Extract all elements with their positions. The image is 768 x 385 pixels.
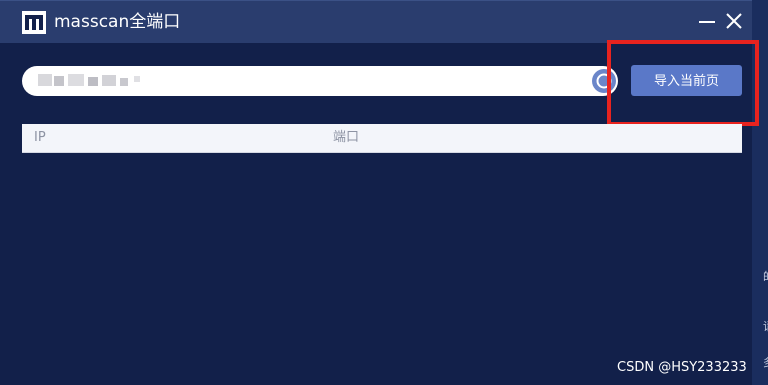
background-glyph: 请 bbox=[763, 318, 768, 334]
results-table-header: IP 端口 bbox=[22, 124, 742, 153]
column-header-ip[interactable]: IP bbox=[34, 124, 46, 152]
watermark: CSDN @HSY233233 bbox=[617, 360, 747, 375]
column-header-port[interactable]: 端口 bbox=[333, 124, 359, 152]
obscured-text bbox=[34, 72, 144, 90]
import-current-page-button[interactable]: 导入当前页 bbox=[631, 65, 742, 96]
masscan-window: masscan全端口 导入当前页 IP 端口 bbox=[0, 0, 759, 385]
background-window-edge: 的 请 多 bbox=[752, 0, 768, 385]
close-icon bbox=[726, 13, 742, 29]
background-glyph: 的 bbox=[763, 268, 768, 284]
window-title: masscan全端口 bbox=[54, 12, 181, 32]
close-button[interactable] bbox=[723, 10, 745, 32]
minimize-icon bbox=[699, 21, 715, 23]
search-icon bbox=[596, 73, 612, 89]
search-button[interactable] bbox=[592, 69, 616, 93]
masscan-logo-icon bbox=[22, 11, 46, 34]
minimize-button[interactable] bbox=[696, 10, 718, 32]
title-bar[interactable]: masscan全端口 bbox=[0, 0, 752, 43]
background-glyph: 多 bbox=[763, 354, 768, 370]
search-box bbox=[22, 66, 618, 96]
